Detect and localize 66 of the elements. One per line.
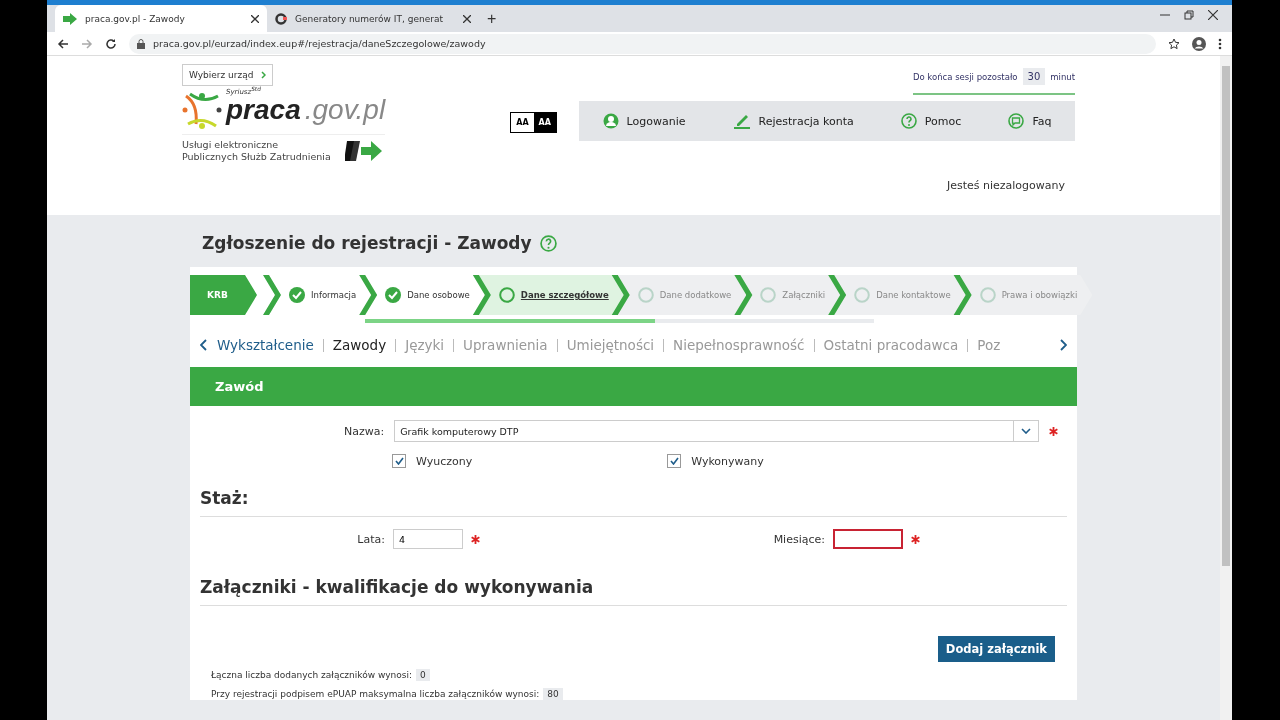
section-heading: Staż:: [200, 468, 1067, 517]
back-icon[interactable]: [57, 37, 69, 50]
checkbox-label: Wykonywany: [691, 454, 764, 468]
step[interactable]: Dane szczegółowe: [478, 275, 624, 315]
contrast-button[interactable]: AA: [533, 113, 556, 132]
menu-icon[interactable]: [1218, 37, 1222, 50]
logo-subtitle: Publicznych Służb Zatrudnienia: [182, 151, 331, 164]
help-icon: [900, 113, 917, 129]
new-tab-button[interactable]: +: [483, 10, 501, 32]
logo-icon: [182, 90, 222, 130]
add-attachment-button[interactable]: Dodaj załącznik: [937, 636, 1055, 662]
input-field[interactable]: 4: [393, 529, 463, 549]
pencil-icon: [732, 113, 751, 129]
session-label: Do końca sesji pozostało: [912, 71, 1018, 82]
field-label: Miesiące:: [773, 532, 825, 546]
count-value: 80: [543, 688, 563, 700]
nav-link[interactable]: Pomoc: [894, 112, 968, 130]
section-heading: Załączniki - kwalifikacje do wykonywania: [200, 549, 1067, 606]
count-value: 0: [416, 669, 430, 681]
address-field[interactable]: praca.gov.pl/eurzad/index.eup#/rejestracja/daneSzczegolowe/zawody: [129, 33, 1156, 54]
step[interactable]: Dane osobowe: [365, 275, 485, 315]
login-status: Jesteś niezalogowany: [946, 179, 1065, 192]
checkbox-label: Wyuczony: [416, 454, 473, 468]
nav-link[interactable]: Faq: [1002, 112, 1058, 130]
chat-icon: [1008, 113, 1025, 129]
section-header: Zawód: [190, 367, 1077, 406]
nav-link[interactable]: Logowanie: [596, 112, 692, 130]
input-field[interactable]: [833, 529, 903, 549]
chevron-left-icon[interactable]: [200, 339, 208, 351]
logo-subtitle: Usługi elektroniczne: [182, 139, 280, 152]
count-label: Przy rejestracji podpisem ePUAP maksymalna liczba załączników wynosi:: [211, 689, 540, 699]
reload-icon[interactable]: [105, 37, 117, 50]
session-minutes: 30: [1022, 68, 1046, 85]
session-unit: minut: [1050, 71, 1075, 82]
chevron-right-icon[interactable]: [1059, 339, 1067, 351]
account-icon[interactable]: [1192, 36, 1206, 51]
caret-icon: [1021, 428, 1032, 434]
browser-tab[interactable]: praca.gov.pl - Zawody: [55, 5, 267, 32]
logo-domain: .gov.pl: [304, 94, 386, 126]
stepper-label: KRB: [206, 289, 229, 302]
step[interactable]: Informacja: [269, 275, 372, 315]
user-icon: [602, 113, 619, 129]
close-icon[interactable]: [463, 14, 471, 23]
close-icon[interactable]: [251, 14, 259, 23]
nav-link[interactable]: Rejestracja konta: [726, 112, 860, 130]
section-tab[interactable]: Wykształcenie: [208, 337, 323, 353]
section-tab[interactable]: Zawody: [323, 337, 396, 353]
field-label: Nazwa:: [344, 424, 385, 438]
cards-arrow-icon: [344, 139, 383, 164]
checkbox[interactable]: [667, 454, 682, 468]
close-icon[interactable]: [1208, 9, 1218, 20]
office-button[interactable]: Wybierz urząd: [182, 64, 274, 86]
browser-tab[interactable]: Generatory numerów IT, generat: [267, 5, 479, 32]
field-label: Lata:: [357, 532, 385, 546]
star-icon[interactable]: [1168, 37, 1180, 50]
select-field[interactable]: Grafik komputerowy DTP: [394, 420, 1040, 442]
logo-icon: [275, 12, 287, 25]
help-icon[interactable]: [539, 234, 557, 252]
page-title: Zgłoszenie do rejestracji - Zawody: [202, 233, 532, 253]
count-label: Łączna liczba dodanych załączników wynosi:: [211, 670, 412, 680]
arrow-icon: [63, 12, 77, 25]
lock-icon: [137, 38, 145, 49]
chevron-icon: [261, 71, 267, 79]
restore-icon[interactable]: [1184, 9, 1194, 20]
scrollbar[interactable]: [1220, 56, 1232, 720]
checkbox[interactable]: [392, 454, 406, 468]
